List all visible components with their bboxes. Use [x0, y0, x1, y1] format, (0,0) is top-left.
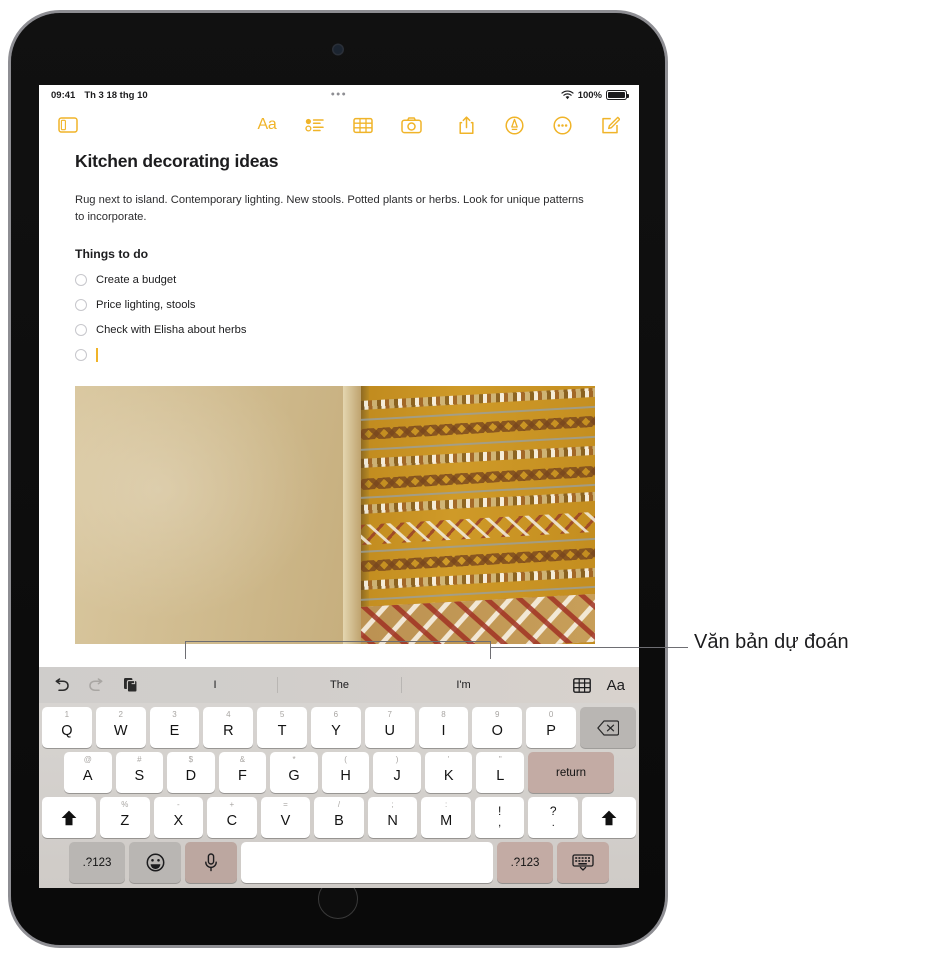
list-item-label: Create a budget	[96, 274, 177, 287]
key-q[interactable]: 1Q	[42, 707, 92, 748]
key-i[interactable]: 8I	[418, 707, 469, 748]
key-t[interactable]: 5T	[257, 707, 307, 748]
key-j[interactable]: ) J	[373, 752, 421, 793]
numbers-key-left[interactable]: .?123	[69, 842, 125, 883]
key-p[interactable]: 0P	[526, 707, 576, 748]
list-item[interactable]: Create a budget	[75, 268, 603, 293]
prediction-candidate[interactable]: The	[277, 677, 401, 693]
ipad-device: 09:41 Th 3 18 thg 10 ••• 100% Aa Kitchen…	[8, 10, 668, 948]
numbers-key-right[interactable]: .?123	[497, 842, 553, 883]
battery-full-icon	[606, 90, 629, 100]
multitasking-dots-icon[interactable]: •••	[331, 89, 347, 101]
shift-icon[interactable]	[41, 797, 96, 838]
key-v[interactable]: = V	[260, 797, 311, 838]
list-item-active[interactable]	[75, 343, 603, 368]
share-icon[interactable]	[453, 112, 479, 138]
undo-icon[interactable]	[53, 678, 70, 692]
key-s[interactable]: # S	[115, 752, 164, 793]
prediction-candidate[interactable]: I'm	[401, 677, 525, 693]
battery-percent: 100%	[577, 89, 602, 101]
front-camera-icon	[333, 45, 343, 54]
hide-keyboard-icon[interactable]	[557, 842, 609, 883]
checklist-circle-icon[interactable]	[75, 274, 87, 287]
keyboard-row-1: 1Q 2W 3E 4R 5T 6Y 7U 8I 9O 0P	[42, 707, 636, 748]
key-exclam-comma[interactable]: !,	[474, 797, 525, 838]
markup-pen-icon[interactable]	[501, 112, 527, 138]
emoji-smiley-icon[interactable]	[129, 842, 181, 883]
status-bar: 09:41 Th 3 18 thg 10 ••• 100%	[39, 85, 639, 105]
microphone-icon[interactable]	[185, 842, 237, 883]
format-text-button[interactable]: Aa	[254, 112, 280, 138]
compose-new-note-icon[interactable]	[597, 112, 623, 138]
status-time: 09:41	[51, 89, 76, 101]
paste-icon[interactable]	[123, 677, 138, 693]
key-r[interactable]: 4R	[203, 707, 254, 748]
ipad-screen: 09:41 Th 3 18 thg 10 ••• 100% Aa Kitchen…	[39, 85, 639, 888]
note-paragraph: Rug next to island. Contemporary lightin…	[75, 194, 584, 224]
key-d[interactable]: $ D	[167, 752, 215, 793]
prediction-candidate[interactable]: I	[153, 677, 277, 693]
list-item-label: Check with Elisha about herbs	[96, 324, 247, 337]
table-icon[interactable]	[572, 677, 591, 693]
shift-icon-right[interactable]	[582, 797, 637, 838]
callout-leader-line	[491, 647, 688, 648]
key-b[interactable]: / B	[314, 797, 364, 838]
status-date: Th 3 18 thg 10	[84, 89, 148, 101]
screenshot-root: 09:41 Th 3 18 thg 10 ••• 100% Aa Kitchen…	[0, 0, 928, 958]
redo-icon	[88, 678, 105, 692]
key-y[interactable]: 6Y	[311, 707, 361, 748]
keyboard-row-3: % Z -X + C = V / B ; N :M !, ?.	[41, 797, 637, 838]
key-z[interactable]: % Z	[99, 797, 150, 838]
list-item[interactable]: Check with Elisha about herbs	[75, 318, 603, 343]
return-key[interactable]: return	[528, 752, 615, 793]
wifi-icon	[561, 90, 574, 100]
key-c[interactable]: + C	[207, 797, 257, 838]
keyboard-row-4: .?123 .?123	[42, 842, 636, 883]
more-ellipsis-icon[interactable]	[549, 112, 575, 138]
note-subheading: Things to do	[75, 246, 149, 261]
page-title: Kitchen decorating ideas	[75, 151, 279, 171]
list-item-label: Price lighting, stools	[96, 299, 196, 312]
checklist-circle-icon[interactable]	[75, 349, 87, 362]
key-a[interactable]: @ A	[63, 752, 112, 793]
key-o[interactable]: 9O	[472, 707, 523, 748]
key-f[interactable]: & F	[218, 752, 267, 793]
key-k[interactable]: ' K	[424, 752, 473, 793]
key-m[interactable]: :M	[421, 797, 471, 838]
onscreen-keyboard[interactable]: I The I'm Aa 1Q 2W 3 E 4 R 5 T 6 Y 7 U 8…	[39, 667, 639, 888]
text-cursor	[96, 348, 98, 363]
table-icon[interactable]	[350, 112, 376, 138]
photo-wall	[75, 385, 351, 644]
format-label: Aa	[257, 116, 277, 133]
key-g[interactable]: * G	[270, 752, 318, 793]
key-question-period[interactable]: ?.	[528, 797, 579, 838]
predictive-text-bar[interactable]: I The I'm	[153, 677, 525, 693]
checklist-icon[interactable]	[302, 112, 328, 138]
key-x[interactable]: -X	[153, 797, 204, 838]
woven-rug-photo[interactable]	[75, 385, 595, 644]
checklist-circle-icon[interactable]	[75, 324, 87, 337]
key-n[interactable]: ; N	[367, 797, 418, 838]
list-item[interactable]: Price lighting, stools	[75, 293, 603, 318]
notes-toolbar: Aa	[39, 105, 639, 145]
delete-backspace-icon[interactable]	[579, 707, 636, 748]
shortcut-bar: I The I'm Aa	[39, 667, 639, 703]
key-u[interactable]: 7U	[364, 707, 415, 748]
checklist-circle-icon[interactable]	[75, 299, 87, 312]
key-h[interactable]: (H	[321, 752, 370, 793]
photo-rug	[361, 385, 595, 644]
keyboard-keys: 1Q 2W 3E 4R 5T 6Y 7U 8I 9O 0P @ A # S $ …	[39, 703, 639, 888]
sidebar-toggle-icon[interactable]	[55, 112, 81, 138]
key-e[interactable]: 3E	[149, 707, 200, 748]
note-content[interactable]: Kitchen decorating ideas Rug next to isl…	[39, 145, 639, 368]
callout-label: Văn bản dự đoán	[694, 631, 849, 653]
camera-icon[interactable]	[398, 112, 424, 138]
key-l[interactable]: " L	[476, 752, 525, 793]
space-key[interactable]	[241, 842, 493, 883]
key-w[interactable]: 2W	[95, 707, 146, 748]
keyboard-row-2: @ A # S $ D & F * G (H ) J ' K " L return	[42, 752, 636, 793]
format-label[interactable]: Aa	[607, 677, 625, 694]
